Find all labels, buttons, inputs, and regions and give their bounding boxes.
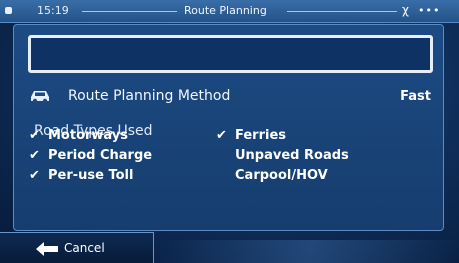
car-icon (31, 91, 49, 104)
road-types-right-column: ✔Ferries ✔Unpaved Roads ✔Carpool/HOV (216, 126, 349, 186)
road-option-carpool-hov[interactable]: ✔Carpool/HOV (216, 166, 349, 186)
method-label: Route Planning Method (68, 88, 231, 104)
road-option-unpaved-roads[interactable]: ✔Unpaved Roads (216, 146, 349, 166)
back-arrow-icon (36, 242, 58, 256)
road-option-ferries[interactable]: ✔ Ferries (216, 126, 349, 146)
divider (287, 11, 397, 12)
checkmark-icon: ✔ (29, 128, 40, 143)
decorative-glow (160, 240, 459, 263)
cancel-button[interactable]: Cancel (0, 232, 154, 263)
checkmark-icon: ✔ (29, 148, 40, 163)
more-options-icon[interactable]: ••• (418, 4, 440, 17)
divider (82, 11, 177, 12)
checkmark-icon: ✔ (29, 168, 40, 183)
checkmark-icon: ✔ (216, 128, 227, 143)
clock: 15:19 (37, 4, 69, 17)
road-option-motorways[interactable]: ✔ Motorways (29, 126, 152, 146)
road-option-period-charge[interactable]: ✔ Period Charge (29, 146, 152, 166)
road-option-per-use-toll[interactable]: ✔ Per-use Toll (29, 166, 152, 186)
cancel-label: Cancel (64, 241, 105, 255)
menu-dot-icon[interactable] (5, 7, 12, 14)
route-summary-field[interactable] (28, 35, 433, 73)
road-types-left-column: ✔ Motorways ✔ Period Charge ✔ Per-use Toll (29, 126, 152, 186)
gps-signal-icon: χ (402, 3, 409, 17)
route-planning-method-row[interactable]: Route Planning Method Fast (28, 87, 433, 107)
method-value: Fast (400, 89, 431, 104)
status-bar: 15:19 Route Planning χ ••• (0, 0, 459, 23)
page-title: Route Planning (184, 4, 267, 17)
screen: 15:19 Route Planning χ ••• Route Plannin… (0, 0, 459, 263)
